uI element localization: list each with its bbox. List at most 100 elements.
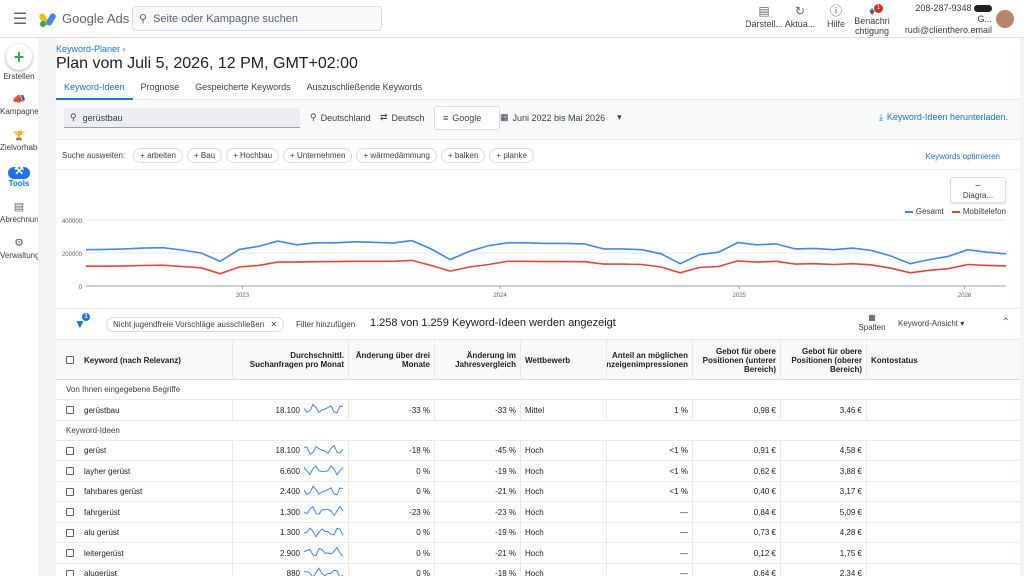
- cell-value: Hoch: [525, 466, 544, 476]
- cell-value: 0,73 €: [753, 528, 776, 537]
- row-checkbox[interactable]: [66, 508, 74, 516]
- keyword-view-dropdown[interactable]: Keyword-Ansicht ▾: [898, 319, 964, 328]
- cell-value: layher gerüst: [84, 466, 131, 476]
- tab-forecast[interactable]: Prognose: [133, 78, 188, 100]
- close-icon[interactable]: ✕: [270, 320, 277, 329]
- table-row[interactable]: fahrbares gerüst 2.400 0 % -21 % Hoch <1 % 0,4…: [56, 481, 1020, 502]
- download-ideas-link[interactable]: ⤓ Keyword-Ideen herunterladen.: [879, 112, 1008, 123]
- suggest-chip[interactable]: + planke: [489, 148, 534, 163]
- cell-value: -21 %: [495, 487, 516, 496]
- add-filter-button[interactable]: Filter hinzufügen: [296, 320, 355, 329]
- breadcrumb[interactable]: Keyword-Planer ›: [56, 44, 126, 54]
- tab-saved-keywords[interactable]: Gespeicherte Keywords: [187, 78, 299, 100]
- create-button[interactable]: +: [6, 44, 32, 70]
- row-checkbox[interactable]: [66, 487, 74, 496]
- google-ads-logo[interactable]: Google Ads: [38, 11, 130, 27]
- table-row[interactable]: leitergerüst 2.900 0 % -21 % Hoch — 0,12 € 1,75…: [56, 543, 1020, 564]
- admin-gear-icon: ⚙: [14, 239, 24, 249]
- refresh-button[interactable]: ↻ Aktua...: [782, 2, 818, 36]
- cell-keyword: alugerüst: [56, 564, 232, 576]
- table-row[interactable]: gerüstbau 18.100 -33 % -33 % Mittel 1 % 0,98 €…: [56, 400, 1020, 421]
- cell-bid_low: 0,12 €: [692, 543, 780, 563]
- date-range-filter[interactable]: ▦ Juni 2022 bis Mai 2026 ▾: [500, 112, 622, 123]
- cell-value: 0 %: [416, 466, 430, 476]
- location-filter[interactable]: ⚲ Deutschland: [310, 112, 371, 123]
- rail-item-billing[interactable]: ▤ Abrechnung: [0, 203, 38, 233]
- select-all-checkbox[interactable]: [66, 356, 74, 364]
- account-info[interactable]: 208-287-9348 G... rudi@clienthero.email: [900, 3, 992, 36]
- table-row[interactable]: alu gerüst 1.300 0 % -19 % Hoch — 0,73 € 4,28 €: [56, 522, 1020, 543]
- column-header-bid-low[interactable]: Gebot für obere Positionen (unterer Bere…: [692, 340, 780, 380]
- avatar[interactable]: [996, 10, 1014, 28]
- column-header-account-status[interactable]: Kontostatus: [866, 340, 1020, 380]
- row-checkbox[interactable]: [66, 467, 74, 475]
- page-search-input[interactable]: ⚲ Seite oder Kampagne suchen: [132, 6, 382, 31]
- series-line-mobiltelefon[interactable]: [86, 259, 1007, 275]
- section-keyword-ideas: Keyword-Ideen: [56, 420, 1020, 441]
- suggest-chip[interactable]: + wärmedämmung: [356, 148, 437, 163]
- row-checkbox[interactable]: [66, 406, 74, 414]
- row-checkbox[interactable]: [66, 528, 74, 537]
- notifications-button[interactable]: ♦ 1 Benachrichtigung: [854, 2, 890, 36]
- table-row[interactable]: gerüst 18.100 -18 % -45 % Hoch <1 % 0,91 € 4,58…: [56, 440, 1020, 461]
- cell-volume: 2.900: [232, 543, 348, 563]
- cell-value: -33 %: [409, 405, 430, 415]
- broaden-search-label: Suche ausweiten:: [62, 151, 126, 160]
- row-checkbox[interactable]: [66, 569, 74, 576]
- column-header-bid-high[interactable]: Gebot für obere Positionen (oberer Berei…: [780, 340, 866, 380]
- column-header-volume[interactable]: Durchschnittl. Suchanfragen pro Monat: [232, 340, 348, 380]
- language-filter[interactable]: ⇄ Deutsch: [380, 112, 425, 123]
- chevron-up-icon[interactable]: ⌃: [1002, 317, 1010, 328]
- appearance-button[interactable]: ▤ Darstell...: [746, 2, 782, 36]
- cell-keyword: alu gerüst: [56, 523, 232, 543]
- cell-value: Hoch: [525, 569, 544, 576]
- adult-filter-chip[interactable]: Nicht jugendfreie Vorschläge ausschließe…: [106, 317, 285, 332]
- optimize-keywords-link[interactable]: Keywords optimieren: [925, 152, 1000, 161]
- row-checkbox[interactable]: [66, 549, 74, 557]
- table-row[interactable]: fahrgerüst 1.300 -23 % -23 % Hoch — 0,84 € 5,09…: [56, 502, 1020, 523]
- row-checkbox[interactable]: [66, 446, 74, 455]
- filter-funnel-icon[interactable]: ▼ 1: [74, 313, 90, 331]
- network-filter[interactable]: ≡ Google: [434, 106, 500, 130]
- cell-volume: 18.100: [232, 400, 348, 420]
- cell-value: 0 %: [416, 528, 430, 537]
- cell-value: 0 %: [416, 487, 430, 496]
- rail-item-tools[interactable]: ⚒ Tools: [0, 167, 38, 197]
- cell-value: Hoch: [525, 446, 544, 455]
- chart-type-button[interactable]: ∽ Diagra...: [950, 177, 1006, 203]
- cell-status: [866, 543, 1020, 563]
- column-header-keyword[interactable]: Keyword (nach Relevanz): [56, 340, 232, 380]
- suggest-chip[interactable]: + balken: [440, 148, 486, 163]
- create-label: Erstellen: [3, 72, 35, 81]
- cell-bid_high: 4,58 €: [780, 440, 866, 461]
- rail-item-campaigns[interactable]: 📣 Kampagnen: [0, 95, 38, 125]
- column-header-competition[interactable]: Wettbewerb: [520, 340, 606, 380]
- suggest-chip[interactable]: + Hochbau: [226, 148, 280, 163]
- cell-value: Hoch: [525, 548, 544, 558]
- trend-sparkline: [304, 566, 344, 576]
- series-line-gesamt[interactable]: [85, 239, 1007, 265]
- trend-sparkline: [304, 444, 344, 455]
- suggest-chip[interactable]: + Bau: [186, 148, 223, 163]
- rail-item-admin[interactable]: ⚙ Verwaltung: [0, 239, 38, 269]
- table-row[interactable]: layher gerüst 6.600 0 % -19 % Hoch <1 % 0,62 €…: [56, 461, 1020, 482]
- table-row[interactable]: alugerüst 880 0 % -18 % Hoch — 0,64 € 2,34 €: [56, 563, 1020, 576]
- keyword-search-input[interactable]: ⚲ gerüstbau: [64, 108, 300, 128]
- suggest-chip[interactable]: + Unternehmen: [283, 148, 353, 163]
- campaign-icon: 📣: [12, 95, 26, 105]
- help-button[interactable]: ⓘ Hilfe: [818, 2, 854, 36]
- menu-icon[interactable]: ☰: [0, 0, 40, 38]
- cell-status: [866, 522, 1020, 543]
- tab-keyword-ideas[interactable]: Keyword-Ideen: [56, 78, 133, 100]
- tab-negative-keywords[interactable]: Auszuschließende Keywords: [299, 78, 431, 100]
- column-header-three-month-change[interactable]: Änderung über drei Monate: [348, 340, 434, 380]
- cell-value: 0,40 €: [753, 487, 776, 496]
- cell-volume: 1.300: [232, 522, 348, 543]
- suggest-chip[interactable]: + arbeiten: [133, 148, 183, 163]
- columns-button[interactable]: ▦ Spalten: [856, 313, 888, 333]
- cell-status: [866, 400, 1020, 420]
- cell-value: 3,46 €: [839, 405, 862, 415]
- column-header-yoy-change[interactable]: Änderung im Jahresvergleich: [434, 340, 520, 380]
- rail-item-goals[interactable]: 🏆 Zielvorhaben: [0, 131, 38, 161]
- column-header-impression-share[interactable]: Anteil an möglichen Anzeigenimpressionen: [606, 340, 692, 380]
